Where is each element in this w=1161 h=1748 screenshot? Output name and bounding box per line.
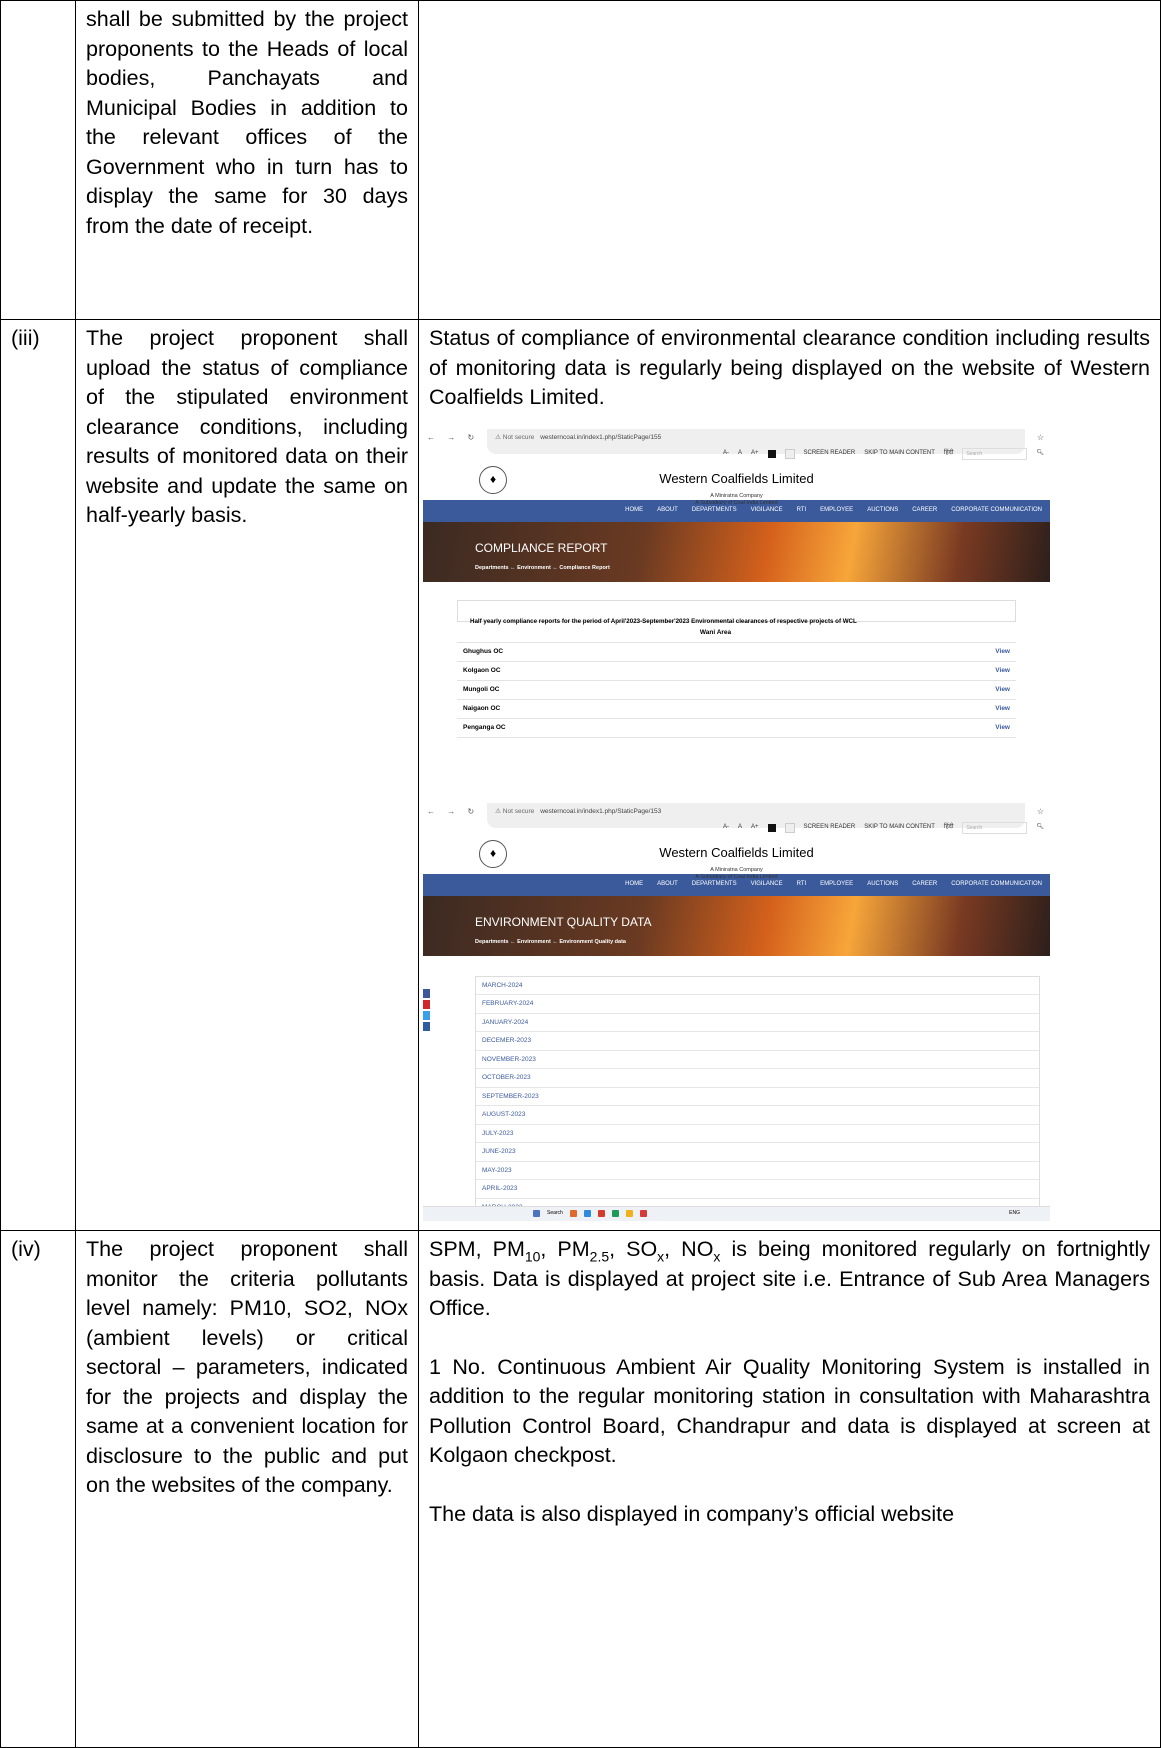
month-link[interactable]: OCTOBER-2023: [476, 1069, 1039, 1088]
website-screenshot-compliance: ← → ↻ ⚠ Not secure westerncoal.in/index1.…: [423, 428, 1050, 759]
table-row: (iv) The project proponent shall monitor…: [0, 1230, 1161, 1748]
light-theme-button[interactable]: [784, 823, 795, 833]
table-row: shall be submitted by the project propon…: [0, 0, 1161, 320]
site-tagline-1: A Miniratna Company: [710, 493, 763, 499]
table-row: Naigaon OC View: [457, 699, 1016, 719]
url-text: westerncoal.in/index1.php/StaticPage/155: [540, 433, 662, 441]
row-number: (iv): [0, 1230, 76, 1748]
table-row: Mungoli OC View: [457, 680, 1016, 700]
view-link[interactable]: View: [974, 680, 1016, 700]
condition-text: The project proponent shall monitor the …: [75, 1230, 419, 1748]
app-icon[interactable]: [639, 1210, 647, 1217]
month-link[interactable]: FEBRUARY-2024: [476, 995, 1039, 1014]
view-link[interactable]: View: [974, 642, 1016, 662]
app-icon[interactable]: [597, 1210, 605, 1217]
browser-nav-icons: ← → ↻: [427, 432, 480, 442]
condition-text: shall be submitted by the project propon…: [75, 0, 419, 320]
app-icon[interactable]: [611, 1210, 619, 1217]
warning-icon: ⚠ Not secure: [495, 807, 535, 815]
start-icon[interactable]: [533, 1210, 540, 1217]
month-link[interactable]: APRIL-2023: [476, 1180, 1039, 1199]
breadcrumb: Departments ← Environment ← Compliance R…: [475, 564, 610, 571]
site-tagline-2: A Subsidiary of Coal India Limited: [695, 500, 778, 506]
project-name: Naigaon OC: [457, 699, 974, 719]
status-cell: Status of compliance of environmental cl…: [418, 319, 1161, 1231]
site-header: ♦ Western Coalfields Limited A Miniratna…: [423, 462, 1050, 506]
site-tagline-1: A Miniratna Company: [710, 867, 763, 873]
page-banner: ENVIRONMENT QUALITY DATA Departments ← E…: [423, 895, 1050, 956]
linkedin-icon[interactable]: [423, 1021, 430, 1031]
view-link[interactable]: View: [974, 699, 1016, 719]
view-link[interactable]: View: [974, 661, 1016, 681]
site-header: ♦ Western Coalfields Limited A Miniratna…: [423, 836, 1050, 880]
language-indicator: ENG: [1009, 1209, 1020, 1216]
project-name: Kolgaon OC: [457, 661, 974, 681]
twitter-icon[interactable]: [423, 1010, 430, 1020]
search-input[interactable]: Search: [962, 448, 1028, 460]
month-link[interactable]: MARCH-2024: [476, 977, 1039, 995]
project-name: Ghughus OC: [457, 642, 974, 662]
row-number: [0, 0, 76, 320]
app-icon[interactable]: [625, 1210, 633, 1217]
status-text: 1 No. Continuous Ambient Air Quality Mon…: [429, 1354, 1150, 1468]
site-tagline-2: A Subsidiary of Coal India Limited: [695, 874, 778, 880]
month-link[interactable]: JUNE-2023: [476, 1143, 1039, 1162]
month-link[interactable]: MAY-2023: [476, 1162, 1039, 1180]
status-text: SPM, PM10, PM2.5, SOx, NOx is being moni…: [429, 1237, 1150, 1320]
search-input[interactable]: Search: [962, 822, 1028, 834]
not-secure-label: Not secure: [502, 433, 535, 441]
warning-icon: ⚠ Not secure: [495, 433, 535, 441]
browser-address-bar: ← → ↻ ⚠ Not secure westerncoal.in/index1.…: [423, 428, 1050, 455]
app-icon[interactable]: [583, 1210, 591, 1217]
status-text: The data is also displayed in company’s …: [429, 1501, 955, 1526]
row-number: (iii): [0, 319, 76, 1231]
month-link[interactable]: DECEMER-2023: [476, 1032, 1039, 1051]
taskbar-search[interactable]: Search: [547, 1199, 563, 1221]
os-taskbar: Search ENG: [423, 1205, 1050, 1221]
compliance-table: shall be submitted by the project propon…: [0, 0, 1161, 1748]
breadcrumb: Departments ← Environment ← Environment …: [475, 938, 626, 945]
month-link[interactable]: AUGUST-2023: [476, 1106, 1039, 1125]
table-row: Penganga OC View: [457, 718, 1016, 738]
month-link[interactable]: NOVEMBER-2023: [476, 1051, 1039, 1069]
project-name: Penganga OC: [457, 718, 974, 738]
site-name: Western Coalfields Limited: [659, 844, 814, 860]
report-title: Half yearly compliance reports for the p…: [457, 599, 1016, 625]
url-text: westerncoal.in/index1.php/StaticPage/153: [540, 807, 662, 815]
site-name: Western Coalfields Limited: [659, 470, 814, 486]
not-secure-label: Not secure: [502, 807, 535, 815]
website-screenshot-environment-data: ← → ↻ ⚠ Not secure westerncoal.in/index1.…: [423, 802, 1050, 1221]
browser-nav-icons: ← → ↻: [427, 806, 480, 816]
facebook-icon[interactable]: [423, 988, 430, 998]
app-icon[interactable]: [569, 1210, 577, 1217]
status-cell: SPM, PM10, PM2.5, SOx, NOx is being moni…: [418, 1230, 1161, 1748]
light-theme-button[interactable]: [784, 449, 795, 459]
project-name: Mungoli OC: [457, 680, 974, 700]
table-row: Ghughus OC View: [457, 642, 1016, 662]
month-link[interactable]: JANUARY-2024: [476, 1014, 1039, 1032]
month-list: MARCH-2024 FEBRUARY-2024 JANUARY-2024 DE…: [475, 975, 1040, 1218]
social-links: [423, 988, 430, 1033]
month-link[interactable]: JULY-2023: [476, 1125, 1039, 1143]
view-link[interactable]: View: [974, 718, 1016, 738]
project-list: Wani Area Ghughus OC View Kolgaon OC View …: [457, 623, 1016, 738]
wcl-logo-icon: ♦: [479, 465, 507, 494]
table-row: (iii) The project proponent shall upload…: [0, 319, 1161, 1231]
status-text: Status of compliance of environmental cl…: [429, 326, 1150, 409]
wcl-logo-icon: ♦: [479, 839, 507, 868]
condition-text: The project proponent shall upload the s…: [75, 319, 419, 1231]
youtube-icon[interactable]: [423, 999, 430, 1009]
browser-address-bar: ← → ↻ ⚠ Not secure westerncoal.in/index1.…: [423, 802, 1050, 829]
dark-theme-button[interactable]: [767, 450, 776, 458]
page-banner: COMPLIANCE REPORT Departments ← Environm…: [423, 521, 1050, 582]
table-row: Kolgaon OC View: [457, 661, 1016, 681]
dark-theme-button[interactable]: [767, 824, 776, 832]
status-text: [418, 0, 1161, 320]
month-link[interactable]: SEPTEMBER-2023: [476, 1088, 1039, 1106]
